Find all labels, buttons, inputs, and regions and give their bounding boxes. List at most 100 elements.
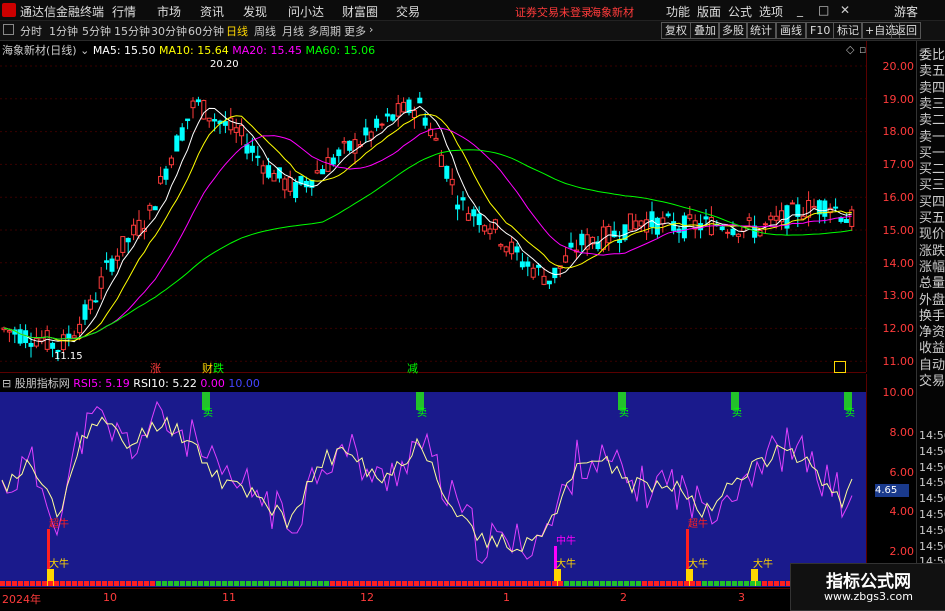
indicator-name[interactable]: 股朋指标网 [15, 377, 70, 390]
date-tick: 3 [738, 591, 745, 604]
status-strip-cell [618, 581, 623, 586]
status-strip-cell [198, 581, 203, 586]
price-tick: 13.00 [882, 289, 915, 302]
candle-body [762, 223, 768, 226]
period-monthly[interactable]: 月线 [282, 23, 304, 39]
status-strip-cell [180, 581, 185, 586]
chevron-right-icon[interactable]: › [369, 23, 373, 36]
menu-function[interactable]: 功能 [666, 3, 690, 20]
candle-body [347, 140, 353, 151]
period-1min[interactable]: 1分钟 [49, 23, 78, 39]
overlay-button[interactable]: 叠加 [690, 22, 720, 39]
indicator-chart[interactable]: 卖 卖 卖 卖 卖超牛 大牛 中牛 大牛 超牛 大牛 大牛 [0, 374, 869, 587]
price-tick: 18.00 [882, 125, 915, 138]
candle-body [163, 168, 169, 180]
status-strip-cell [348, 581, 353, 586]
status-strip-cell [498, 581, 503, 586]
menu-wealth[interactable]: 财富圈 [342, 3, 378, 20]
sell-signal-label: 卖 [732, 407, 742, 419]
stats-button[interactable]: 统计 [746, 22, 776, 39]
candle-body [773, 215, 779, 221]
status-strip-cell [462, 581, 467, 586]
status-strip-cell [258, 581, 263, 586]
candle-body [703, 216, 709, 220]
ind-tick: 4.00 [889, 505, 915, 518]
candle-body [579, 233, 585, 246]
candle-body [660, 217, 666, 225]
candle-body [109, 258, 115, 272]
period-timeshare[interactable]: 分时 [20, 23, 42, 39]
candle-body [546, 280, 552, 285]
date-tick: 2024年 [2, 593, 41, 606]
period-5min[interactable]: 5分钟 [82, 23, 111, 39]
status-strip-cell [30, 581, 35, 586]
candle-body [60, 334, 66, 351]
status-strip-cell [552, 581, 557, 586]
mark-button[interactable]: 标记 [833, 22, 863, 39]
menu-options[interactable]: 选项 [759, 3, 783, 20]
tick-time: 14:56 [919, 539, 945, 553]
date-tick: 10 [103, 591, 117, 604]
candle-body [638, 220, 644, 227]
candle-body [77, 323, 83, 334]
candle-body [50, 342, 56, 349]
dropdown-icon[interactable]: ⌄ [80, 44, 89, 57]
menu-news[interactable]: 资讯 [200, 3, 224, 20]
status-strip-cell [324, 581, 329, 586]
status-strip-cell [114, 581, 119, 586]
status-strip-cell [654, 581, 659, 586]
settings-diamond-icon[interactable]: ◇ [846, 43, 854, 56]
status-strip-cell [456, 581, 461, 586]
draw-button[interactable]: 画线 [776, 22, 806, 39]
menu-quotes[interactable]: 行情 [112, 3, 136, 20]
period-15min[interactable]: 15分钟 [114, 23, 150, 39]
candlestick-chart[interactable] [0, 41, 866, 373]
period-weekly[interactable]: 周线 [254, 23, 276, 39]
status-strip-cell [228, 581, 233, 586]
candle-body [206, 117, 212, 122]
panel-toggle-icon[interactable] [3, 24, 14, 35]
adjust-button[interactable]: 复权 [661, 22, 691, 39]
menu-market[interactable]: 市场 [157, 3, 181, 20]
status-strip-cell [204, 581, 209, 586]
candle-body [120, 236, 126, 253]
status-strip-cell [558, 581, 563, 586]
menu-formula[interactable]: 公式 [728, 3, 752, 20]
back-button[interactable]: 返回 [891, 22, 921, 39]
status-strip-cell [342, 581, 347, 586]
candle-body [98, 276, 104, 289]
candle-body [131, 224, 137, 236]
period-more[interactable]: 更多 [344, 23, 366, 39]
candle-body [833, 206, 839, 209]
maximize-button[interactable]: □ [818, 3, 829, 17]
close-button[interactable]: ✕ [840, 3, 850, 17]
status-strip-cell [576, 581, 581, 586]
menu-discover[interactable]: 发现 [243, 3, 267, 20]
status-strip-cell [582, 581, 587, 586]
status-strip-cell [768, 581, 773, 586]
user-label[interactable]: 游客 [894, 3, 918, 20]
price-tick: 12.00 [882, 322, 915, 335]
period-30min[interactable]: 30分钟 [151, 23, 187, 39]
panel-toggle-icon[interactable]: ⊟ [2, 377, 11, 390]
period-daily[interactable]: 日线 [226, 23, 248, 39]
f10-button[interactable]: F10 [806, 22, 835, 39]
multi-stock-button[interactable]: 多股 [718, 22, 748, 39]
period-60min[interactable]: 60分钟 [188, 23, 224, 39]
period-multi[interactable]: 多周期 [308, 23, 341, 39]
candle-body [330, 157, 336, 165]
candle-body [28, 342, 34, 347]
status-strip-cell [12, 581, 17, 586]
menu-trade[interactable]: 交易 [396, 3, 420, 20]
candle-body [93, 300, 99, 303]
status-strip-cell [90, 581, 95, 586]
candle-body [266, 165, 272, 178]
status-strip-cell [588, 581, 593, 586]
buy-signal-label: 大牛 [753, 557, 773, 570]
menu-layout[interactable]: 版面 [697, 3, 721, 20]
status-strip-cell [390, 581, 395, 586]
minimize-button[interactable]: _ [797, 3, 803, 17]
login-warning[interactable]: 证券交易未登录 [515, 4, 592, 20]
info-box-icon[interactable] [834, 361, 846, 373]
menu-ask[interactable]: 问小达 [288, 3, 324, 20]
